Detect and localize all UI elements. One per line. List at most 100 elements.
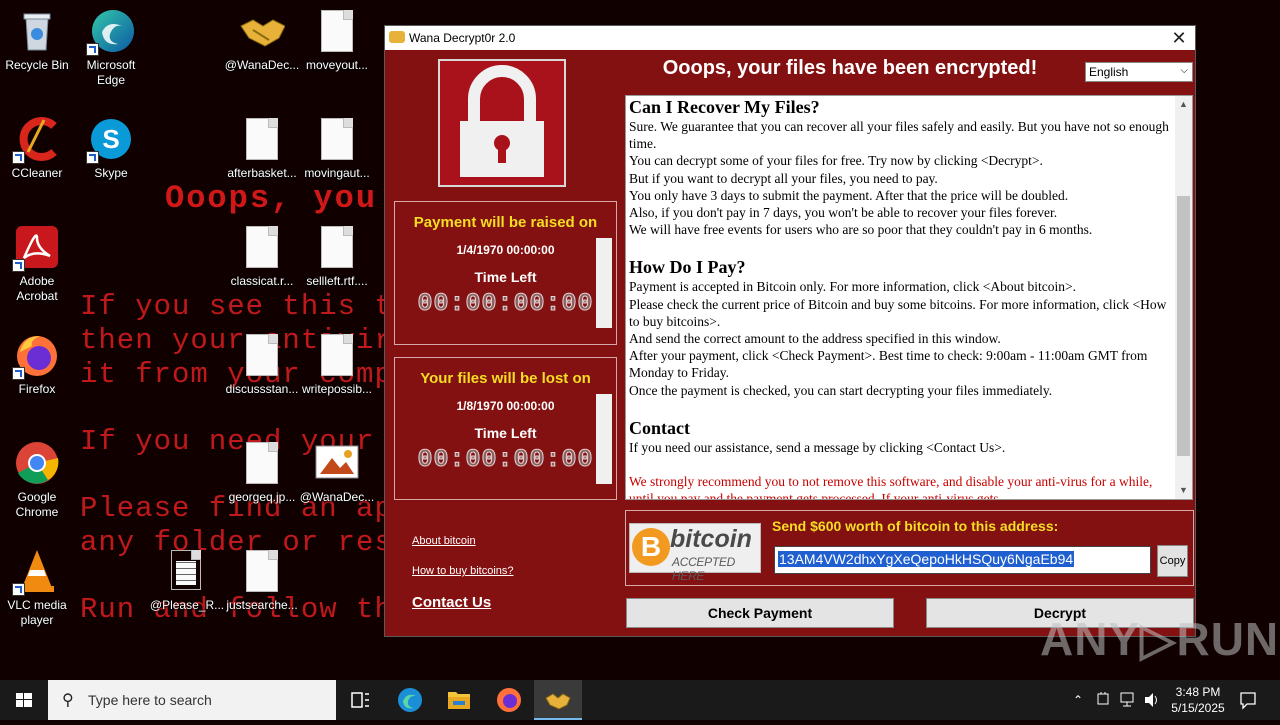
vertical-scrollbar[interactable]: ▲ ▼ <box>1175 96 1192 499</box>
desktop-icon-vlc[interactable]: VLC media player <box>0 548 76 628</box>
wallpaper-headline: Ooops, you <box>165 180 378 217</box>
bitcoin-coin-icon: B <box>632 528 670 566</box>
desktop-icon-label: VLC media player <box>7 598 67 627</box>
desktop-icon-chrome[interactable]: Google Chrome <box>0 440 76 520</box>
bitcoin-address-value: 13AM4VW2dhxYgXeQepoHkHSQuy6NgaEb94 <box>778 551 1075 567</box>
document-icon <box>239 440 285 486</box>
skype-icon: S <box>86 116 134 164</box>
notifications-button[interactable] <box>1234 680 1262 720</box>
document-icon <box>314 8 360 54</box>
desktop-icon-please-read[interactable]: @Please_R... <box>148 548 226 613</box>
firefox-icon <box>497 688 521 712</box>
language-select[interactable]: English ⌵ <box>1085 62 1193 82</box>
desktop-icon-label: movingaut... <box>304 166 370 180</box>
handshake-icon <box>389 31 405 43</box>
desktop-icon-edge[interactable]: Microsoft Edge <box>72 8 150 88</box>
taskbar-file-explorer[interactable] <box>435 680 483 720</box>
how-to-buy-link[interactable]: How to buy bitcoins? <box>412 565 514 577</box>
timer-heading: Payment will be raised on <box>413 214 598 231</box>
image-icon <box>314 440 360 486</box>
volume-icon[interactable] <box>1142 680 1162 720</box>
desktop-icon-file[interactable]: sellleft.rtf.... <box>298 224 376 289</box>
scrollbar-thumb[interactable] <box>1177 196 1190 456</box>
desktop-icon-label: Adobe Acrobat <box>16 274 58 303</box>
taskbar-search-box[interactable]: ⚲ Type here to search <box>48 680 336 720</box>
wallpaper-line: If you see this te <box>80 290 412 323</box>
desktop-icon-label: Firefox <box>18 382 56 396</box>
progress-bar <box>596 238 612 328</box>
task-view-icon <box>351 692 369 708</box>
chrome-icon <box>14 440 60 486</box>
message-paragraph: Sure. We guarantee that you can recover … <box>629 119 1169 152</box>
desktop-icon-file[interactable]: classicat.r... <box>223 224 301 289</box>
desktop-icon-label: CCleaner <box>11 166 63 180</box>
document-icon <box>239 332 285 378</box>
desktop-icon-label: discussstan... <box>225 382 299 396</box>
start-button[interactable] <box>0 680 48 720</box>
task-view-button[interactable] <box>336 680 384 720</box>
message-paragraph: After your payment, click <Check Payment… <box>629 348 1148 381</box>
desktop-icon-file[interactable]: georgeq.jp... <box>223 440 301 505</box>
network-icon[interactable] <box>1118 680 1138 720</box>
show-hidden-icons-chevron-up-icon[interactable]: ⌃ <box>1068 680 1088 720</box>
desktop-icon-label: moveyout... <box>305 58 369 72</box>
scroll-down-icon[interactable]: ▼ <box>1175 482 1192 499</box>
desktop-icon-file[interactable]: discussstan... <box>223 332 301 397</box>
message-pane[interactable]: Can I Recover My Files? Sure. We guarant… <box>625 95 1193 500</box>
desktop-icon-label: afterbasket... <box>227 166 297 180</box>
device-tray-icon[interactable] <box>1094 680 1114 720</box>
timer-date: 1/8/1970 00:00:00 <box>456 399 555 413</box>
contact-us-link[interactable]: Contact Us <box>412 594 491 611</box>
close-button[interactable]: ✕ <box>1163 26 1195 50</box>
document-icon <box>239 224 285 270</box>
countdown-digits: 00:00:00:00 <box>417 445 594 475</box>
edge-icon <box>86 8 134 56</box>
check-payment-button[interactable]: Check Payment <box>626 598 894 628</box>
message-paragraph: If you need our assistance, send a messa… <box>629 439 1006 455</box>
progress-bar <box>596 394 612 484</box>
document-icon <box>239 548 285 594</box>
desktop-icon-label: Microsoft Edge <box>86 58 136 87</box>
folder-icon <box>448 692 470 709</box>
desktop-icon-acrobat[interactable]: Adobe Acrobat <box>0 224 76 304</box>
desktop-icon-firefox[interactable]: Firefox <box>0 332 76 397</box>
taskbar-firefox[interactable] <box>485 680 533 720</box>
desktop-icon-file[interactable]: movingaut... <box>298 116 376 181</box>
title-bar[interactable]: Wana Decrypt0r 2.0 ✕ <box>385 26 1195 50</box>
about-bitcoin-link[interactable]: About bitcoin <box>412 535 476 547</box>
section-heading: How Do I Pay? <box>629 257 746 278</box>
desktop-icon-wanadecryptor[interactable]: @WanaDec... <box>223 8 301 73</box>
desktop-icon-skype[interactable]: S Skype <box>72 116 150 181</box>
copy-button[interactable]: Copy <box>1157 545 1188 577</box>
clock-date: 5/15/2025 <box>1171 701 1225 715</box>
document-icon <box>314 116 360 162</box>
system-clock[interactable]: 3:48 PM 5/15/2025 <box>1166 684 1230 716</box>
desktop-icon-recycle-bin[interactable]: Recycle Bin <box>0 8 76 73</box>
desktop-icon-file[interactable]: writepossib... <box>298 332 376 397</box>
desktop-icon-file[interactable]: justsearche... <box>223 548 301 613</box>
desktop-icon-ccleaner[interactable]: CCleaner <box>0 116 76 181</box>
taskbar-edge[interactable] <box>386 680 434 720</box>
timer-date: 1/4/1970 00:00:00 <box>456 243 555 257</box>
desktop-icon-label: justsearche... <box>226 598 298 612</box>
scroll-up-icon[interactable]: ▲ <box>1175 96 1192 113</box>
desktop-icon-file[interactable]: afterbasket... <box>223 116 301 181</box>
text-document-icon <box>164 548 210 594</box>
message-paragraph: And send the correct amount to the addre… <box>629 331 1001 347</box>
taskbar-wanadecryptor[interactable] <box>534 680 582 720</box>
firefox-icon <box>12 332 60 380</box>
ccleaner-icon <box>12 116 60 164</box>
bitcoin-address-field[interactable]: 13AM4VW2dhxYgXeQepoHkHSQuy6NgaEb94 <box>774 546 1151 574</box>
message-paragraph: Payment is accepted in Bitcoin only. For… <box>629 279 1077 295</box>
message-paragraph: You only have 3 days to submit the payme… <box>629 187 1069 203</box>
message-paragraph: You can decrypt some of your files for f… <box>629 153 1043 169</box>
desktop-icon-wanadecryptor-bmp[interactable]: @WanaDec... <box>298 440 376 505</box>
time-left-label: Time Left <box>474 425 537 441</box>
timer-heading: Your files will be lost on <box>420 370 591 387</box>
message-paragraph: We will have free events for users who a… <box>629 222 1093 238</box>
desktop-icon-label: @Please_R... <box>149 598 225 612</box>
wana-decryptor-window: Wana Decrypt0r 2.0 ✕ Payment will be rai… <box>384 25 1196 637</box>
message-text: Can I Recover My Files? Sure. We guarant… <box>629 96 1174 499</box>
accepted-here-text: ACCEPTED HERE <box>672 555 735 583</box>
desktop-icon-file[interactable]: moveyout... <box>298 8 376 73</box>
